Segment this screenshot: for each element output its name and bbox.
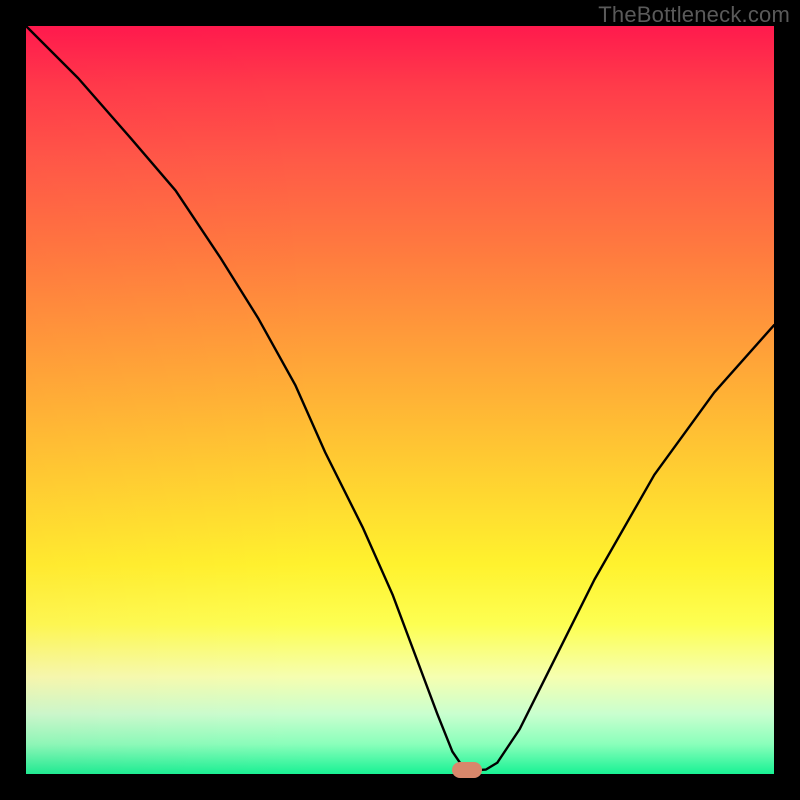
- watermark-text: TheBottleneck.com: [598, 2, 790, 28]
- chart-frame: TheBottleneck.com: [0, 0, 800, 800]
- optimal-point-marker: [452, 762, 482, 778]
- plot-area: [26, 26, 774, 774]
- chart-svg: [26, 26, 774, 774]
- bottleneck-curve-line: [26, 26, 774, 770]
